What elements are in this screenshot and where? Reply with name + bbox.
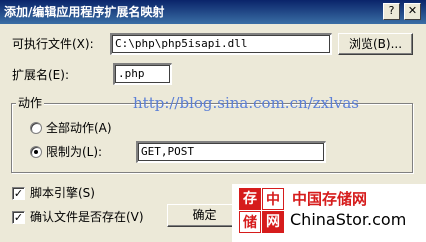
executable-field[interactable]: C:\php\php5isapi.dll	[110, 33, 332, 55]
logo-chinese-text: 中国存储网	[292, 190, 368, 208]
chinastor-logo: 存 中 储 网 中国存储网 ChinaStor.com	[232, 184, 426, 242]
executable-label: 可执行文件(X):	[12, 37, 94, 51]
verify-file-label[interactable]: 确认文件是否存在(V)	[30, 209, 144, 225]
logo-tile: 储	[239, 211, 261, 233]
watermark-url: http://blog.sina.com.cn/zxlvas	[133, 94, 359, 112]
help-button[interactable]: ?	[383, 3, 400, 20]
close-button[interactable]: ✕	[404, 3, 421, 20]
extension-field[interactable]: .php	[113, 63, 172, 85]
limit-verbs-label[interactable]: 限制为(L):	[46, 144, 102, 160]
ok-button[interactable]: 确定	[167, 204, 242, 227]
limit-verbs-radio[interactable]	[30, 146, 42, 158]
title-bar[interactable]: 添加/编辑应用程序扩展名映射 ? ✕	[0, 0, 426, 24]
window-title: 添加/编辑应用程序扩展名映射	[4, 5, 165, 19]
browse-button[interactable]: 浏览(B)...	[338, 33, 413, 55]
logo-tile: 中	[262, 188, 284, 210]
logo-tile: 网	[262, 211, 284, 233]
verbs-group-title: 动作	[16, 96, 45, 110]
all-verbs-radio[interactable]	[30, 122, 42, 134]
extension-label: 扩展名(E):	[12, 68, 69, 82]
limit-verbs-field[interactable]: GET,POST	[136, 141, 326, 163]
logo-english-text: ChinaStor.com	[290, 210, 407, 229]
verify-file-checkbox[interactable]: ✓	[12, 211, 25, 224]
logo-tile: 存	[239, 188, 261, 210]
script-engine-checkbox[interactable]: ✓	[12, 187, 25, 200]
all-verbs-label[interactable]: 全部动作(A)	[46, 120, 112, 136]
script-engine-label[interactable]: 脚本引擎(S)	[30, 185, 95, 201]
